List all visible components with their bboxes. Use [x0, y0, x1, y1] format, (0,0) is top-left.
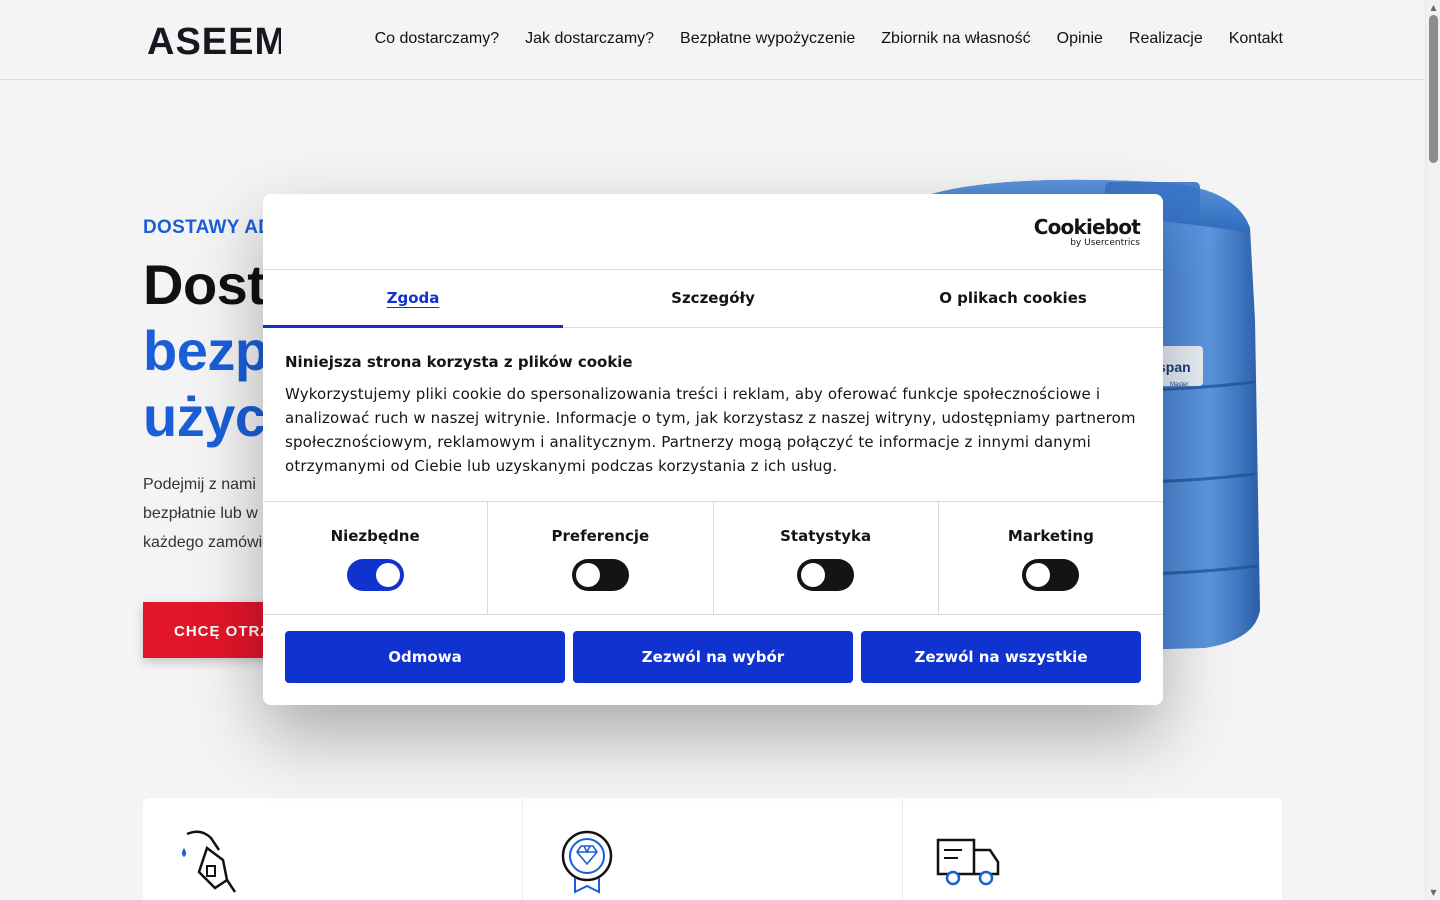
tab-szczegoly[interactable]: Szczegóły: [563, 270, 863, 327]
toggle-knob: [801, 563, 826, 587]
cookie-heading: Niniejsza strona korzysta z plików cooki…: [285, 353, 633, 371]
deny-button[interactable]: Odmowa: [285, 631, 565, 683]
cookie-dialog-header: Cookiebot by Usercentrics: [263, 194, 1163, 270]
allow-all-button[interactable]: Zezwól na wszystkie: [861, 631, 1141, 683]
nav-item-co-dostarczamy[interactable]: Co dostarczamy?: [375, 30, 500, 48]
cookiebot-logo[interactable]: Cookiebot by Usercentrics: [1033, 215, 1141, 249]
page-scrollbar[interactable]: ▲ ▼: [1425, 0, 1440, 900]
toggle-group-statystyka: Statystyka: [714, 502, 939, 614]
toggle-knob: [575, 563, 600, 587]
cookie-body: Niniejsza strona korzysta z plików cooki…: [263, 328, 1163, 502]
toggle-switch-statystyka[interactable]: [797, 559, 855, 591]
features-row: [143, 798, 1282, 900]
scroll-thumb[interactable]: [1429, 15, 1438, 163]
toggle-knob: [1026, 563, 1051, 587]
toggle-label-niezbedne: Niezbędne: [330, 527, 420, 545]
nav-item-jak-dostarczamy[interactable]: Jak dostarczamy?: [525, 30, 654, 48]
feature-card-quality: [523, 798, 903, 900]
cookiebot-brand-sub: by Usercentrics: [1070, 238, 1140, 248]
quality-diamond-badge-icon: [561, 830, 613, 894]
toggle-knob: [375, 563, 400, 587]
aseem-logo[interactable]: ASEEM: [147, 22, 281, 56]
cookie-description: Wykorzystujemy pliki cookie do spersonal…: [285, 385, 1136, 475]
nav-item-realizacje[interactable]: Realizacje: [1129, 30, 1203, 48]
allow-selection-button[interactable]: Zezwól na wybór: [573, 631, 853, 683]
hero-eyebrow: DOSTAWY ADI: [143, 217, 278, 238]
scroll-down-arrow-icon[interactable]: ▼: [1429, 888, 1438, 897]
cookie-category-toggles: Niezbędne Preferencje Statystyka Marketi…: [263, 502, 1163, 615]
fuel-nozzle-icon: [182, 830, 237, 893]
nav-item-bezplatne-wypozyczenie[interactable]: Bezpłatne wypożyczenie: [680, 30, 855, 48]
cookie-buttons: Odmowa Zezwól na wybór Zezwól na wszystk…: [263, 615, 1163, 683]
nav-item-zbiornik-na-wlasnosc[interactable]: Zbiornik na własność: [881, 30, 1030, 48]
nav-item-opinie[interactable]: Opinie: [1057, 30, 1103, 48]
tab-o-plikach-cookies[interactable]: O plikach cookies: [863, 270, 1163, 327]
toggle-group-niezbedne: Niezbędne: [263, 502, 489, 614]
toggle-switch-niezbedne[interactable]: [346, 559, 404, 591]
toggle-group-preferencje: Preferencje: [488, 502, 714, 614]
logo-text: ASEEM: [147, 22, 281, 56]
site-header: ASEEM Co dostarczamy? Jak dostarczamy? B…: [0, 0, 1425, 80]
tank-sub-label: Master: [1170, 382, 1188, 388]
feature-card-fuel: [143, 798, 523, 900]
nav-item-kontakt[interactable]: Kontakt: [1229, 30, 1283, 48]
tab-zgoda[interactable]: Zgoda: [263, 270, 563, 328]
cookie-consent-dialog: Cookiebot by Usercentrics Zgoda Szczegół…: [263, 194, 1163, 705]
delivery-truck-icon: [936, 838, 1000, 886]
main-nav: Co dostarczamy? Jak dostarczamy? Bezpłat…: [375, 30, 1283, 48]
cookiebot-brand: Cookiebot: [1033, 215, 1141, 239]
toggle-label-marketing: Marketing: [1007, 527, 1094, 545]
toggle-label-statystyka: Statystyka: [780, 527, 872, 545]
toggle-switch-preferencje[interactable]: [571, 559, 629, 591]
toggle-switch-marketing[interactable]: [1022, 559, 1080, 591]
cookie-tabs: Zgoda Szczegóły O plikach cookies: [263, 270, 1163, 328]
toggle-label-preferencje: Preferencje: [551, 527, 650, 545]
feature-card-delivery: [903, 798, 1282, 900]
scroll-up-arrow-icon[interactable]: ▲: [1429, 3, 1438, 12]
toggle-group-marketing: Marketing: [939, 502, 1163, 614]
